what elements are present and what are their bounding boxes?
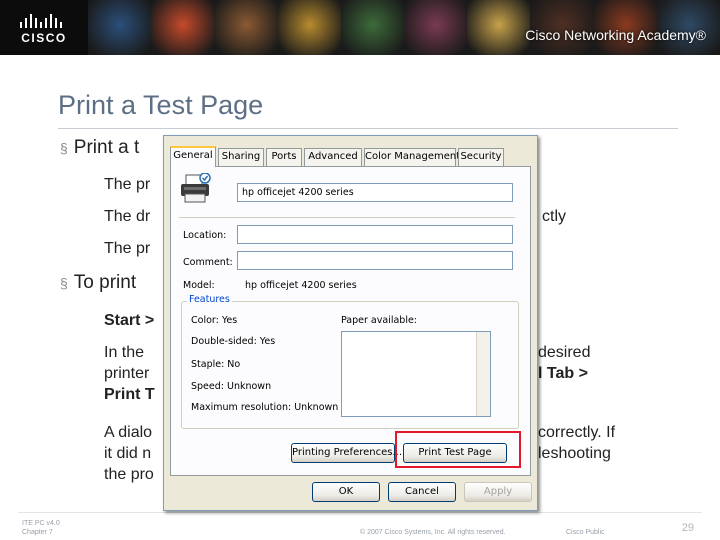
cisco-wordmark: CISCO <box>21 31 67 45</box>
location-label: Location: <box>183 230 227 241</box>
ok-button[interactable]: OK <box>312 482 380 502</box>
printer-properties-dialog: General Sharing Ports Advanced Color Man… <box>163 135 538 511</box>
cisco-logo: CISCO <box>14 10 74 45</box>
model-value: hp officejet 4200 series <box>245 280 357 291</box>
print-test-page-highlight <box>395 431 521 468</box>
banner-photo <box>151 0 216 55</box>
header-banner: CISCO Cisco Networking Academy® <box>0 0 720 55</box>
printing-preferences-button[interactable]: Printing Preferences... <box>291 443 402 463</box>
footer-chapter: Chapter 7 <box>22 529 53 536</box>
slide-title: Print a Test Page <box>58 90 264 120</box>
tab-security[interactable]: Security <box>458 148 504 166</box>
sub-line: it did n <box>104 445 152 462</box>
banner-photo <box>88 0 153 55</box>
bullet-to-print: § To print <box>60 272 136 294</box>
sub-item-tail: desired l Tab > <box>538 342 590 384</box>
page-number: 29 <box>681 522 694 534</box>
academy-title: Cisco Networking Academy® <box>525 27 706 43</box>
sub-line-bold: l Tab > <box>538 365 588 382</box>
printer-name-field[interactable]: hp officejet 4200 series <box>237 183 513 202</box>
panel-divider <box>179 217 515 218</box>
sub-item: The pr <box>104 240 151 257</box>
tab-general[interactable]: General <box>170 146 216 167</box>
sub-line: printer <box>104 365 150 382</box>
general-tab-panel: hp officejet 4200 series Location: Comme… <box>170 166 531 476</box>
banner-photo <box>214 0 279 55</box>
feature-speed: Speed: Unknown <box>191 381 272 392</box>
sub-line: leshooting <box>538 445 611 462</box>
sub-item-bold: Start > <box>104 312 155 329</box>
features-legend: Features <box>187 294 232 305</box>
sub-line: A dialo <box>104 424 153 441</box>
comment-field[interactable] <box>237 251 513 270</box>
sub-item: The pr <box>104 176 151 193</box>
sub-line-bold: Print T <box>104 386 155 403</box>
banner-photo <box>404 0 469 55</box>
cancel-button[interactable]: Cancel <box>388 482 456 502</box>
sub-line: correctly. If <box>538 424 616 441</box>
sub-item: In the printer Print T <box>104 342 155 405</box>
paper-available-label: Paper available: <box>341 315 418 326</box>
apply-button[interactable]: Apply <box>464 482 532 502</box>
bullet-mark-icon: § <box>60 275 68 291</box>
tab-advanced[interactable]: Advanced <box>304 148 362 166</box>
banner-photo <box>340 0 405 55</box>
comment-label: Comment: <box>183 257 233 268</box>
location-field[interactable] <box>237 225 513 244</box>
bullet-print-test: § Print a t <box>60 137 139 159</box>
sub-item: A dialo it did n the pro <box>104 422 154 485</box>
title-divider <box>58 128 678 129</box>
sub-item: The dr <box>104 208 151 225</box>
sub-item-tail: ctly <box>542 208 566 225</box>
feature-color: Color: Yes <box>191 315 238 326</box>
paper-available-list[interactable] <box>341 331 491 417</box>
tab-color-management[interactable]: Color Management <box>364 148 460 166</box>
tab-ports[interactable]: Ports <box>266 148 302 166</box>
bullet-text: Print a t <box>73 137 140 158</box>
sub-item: Start > <box>104 310 154 331</box>
printer-icon <box>181 173 211 203</box>
banner-photo <box>467 0 532 55</box>
footer-classification: Cisco Public <box>566 529 605 536</box>
feature-max-resolution: Maximum resolution: Unknown <box>191 402 339 413</box>
banner-photo <box>277 0 342 55</box>
feature-double-sided: Double-sided: Yes <box>191 336 276 347</box>
footer-divider <box>18 512 702 513</box>
paper-list-scrollbar[interactable] <box>476 332 490 416</box>
bullet-text: To print <box>73 272 137 293</box>
bullet-mark-icon: § <box>60 140 68 156</box>
feature-staple: Staple: No <box>191 359 241 370</box>
sub-line: In the <box>104 344 145 361</box>
sub-line: the pro <box>104 466 154 483</box>
cisco-bridge-icon <box>20 14 62 28</box>
model-label: Model: <box>183 280 215 291</box>
footer-course: ITE PC v4.0 <box>22 520 60 527</box>
footer-copyright: © 2007 Cisco Systems, Inc. All rights re… <box>360 529 506 536</box>
tab-sharing[interactable]: Sharing <box>218 148 264 166</box>
sub-item-tail: correctly. If leshooting <box>538 422 615 464</box>
sub-line: desired <box>538 344 591 361</box>
